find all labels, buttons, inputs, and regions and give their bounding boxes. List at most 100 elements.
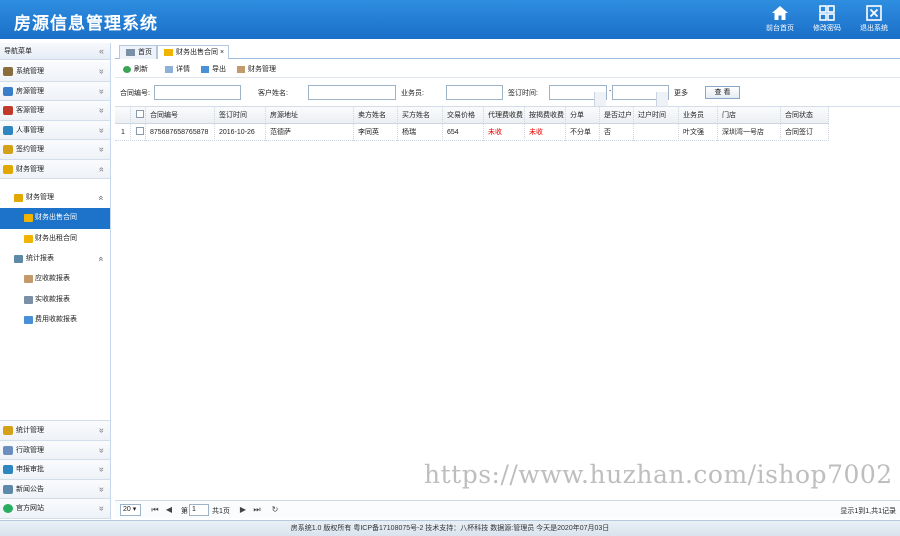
panel-statistics[interactable]: 统计管理 » xyxy=(0,421,110,441)
panel-website[interactable]: 官方网站 » xyxy=(0,499,110,519)
panel-finance[interactable]: 财务管理 « xyxy=(0,159,110,179)
refresh-icon xyxy=(123,66,131,73)
bottom-panels: 统计管理 » 行政管理 » 申报审批 » 新闻公告 » 官方网站 » xyxy=(0,421,110,519)
report-icon xyxy=(24,275,33,283)
chevron-down-icon: » xyxy=(96,88,107,94)
calendar-icon[interactable] xyxy=(594,92,606,107)
footer: 房系统1.0 版权所有 粤ICP备17108075号-2 技术支持：八杯科技 数… xyxy=(0,520,900,536)
export-button[interactable]: 导出 xyxy=(201,64,226,75)
salesman-input[interactable] xyxy=(446,85,503,100)
tab-sale-contracts[interactable]: 财务出售合同 × xyxy=(157,45,230,59)
panel-customers[interactable]: 客源管理 » xyxy=(0,101,110,121)
first-page-button[interactable]: ⏮ xyxy=(149,503,161,517)
column-header[interactable]: 合同编号 xyxy=(146,107,215,124)
row-checkbox[interactable] xyxy=(131,124,146,141)
money-bag-icon xyxy=(14,194,23,202)
prev-page-button[interactable]: ◀ xyxy=(163,503,175,517)
tree-item-label: 财务出售合同 xyxy=(35,214,77,221)
row-number: 1 xyxy=(115,124,131,141)
more-link[interactable]: 更多 xyxy=(674,88,688,98)
panel-system[interactable]: 系统管理 » xyxy=(0,62,110,82)
tree-item-label: 费用收款报表 xyxy=(35,316,77,323)
search-button[interactable]: 查 看 xyxy=(705,86,740,99)
home-button-label: 前台首页 xyxy=(766,25,794,32)
tree-item-receivable-report[interactable]: 应收款报表 xyxy=(0,269,110,290)
last-page-button[interactable]: ⏭ xyxy=(251,503,263,517)
column-header[interactable]: 门店 xyxy=(718,107,781,124)
page-number-input[interactable]: 1 xyxy=(189,504,209,516)
contract-no-input[interactable] xyxy=(154,85,241,100)
table-row[interactable]: 1 875687658765878 2016-10-26 范德萨 李同英 杨瑞 … xyxy=(115,124,829,141)
app-title: 房源信息管理系统 xyxy=(14,14,158,33)
reload-button[interactable]: ↻ xyxy=(269,503,281,517)
chevron-down-icon: » xyxy=(96,68,107,75)
split-cell: 不分单 xyxy=(566,124,600,141)
tree-group-finance[interactable]: 财务管理 « xyxy=(0,188,110,208)
logout-label: 退出系统 xyxy=(860,25,888,32)
detail-button[interactable]: 详情 xyxy=(165,64,190,75)
top-panels: 系统管理 » 房源管理 » 客源管理 » 人事管理 » 签约管理 » 财务管理 « xyxy=(0,62,110,179)
logout-button[interactable]: 退出系统 xyxy=(851,4,897,36)
agent-fee-cell: 未收 xyxy=(484,124,525,141)
customer-name-input[interactable] xyxy=(308,85,396,100)
tree-item-received-report[interactable]: 实收款报表 xyxy=(0,290,110,311)
sign-time-start-input[interactable] xyxy=(549,85,607,107)
column-header[interactable]: 过户时间 xyxy=(634,107,679,124)
column-header[interactable]: 按揭费收费 xyxy=(525,107,566,124)
tree-item-rent-contracts[interactable]: 财务出租合同 xyxy=(0,229,110,250)
money-bag-icon xyxy=(3,164,13,174)
column-header[interactable]: 分单 xyxy=(566,107,600,124)
panel-news[interactable]: 新闻公告 » xyxy=(0,479,110,499)
page-size-select[interactable]: 20 ▾ xyxy=(120,504,141,516)
tab-home[interactable]: 首页 xyxy=(119,45,157,59)
document-icon xyxy=(3,445,13,455)
column-header[interactable]: 业务员 xyxy=(679,107,718,124)
column-header[interactable]: 买方姓名 xyxy=(398,107,443,124)
news-icon xyxy=(3,484,13,494)
column-header[interactable]: 交易价格 xyxy=(443,107,484,124)
panel-label: 行政管理 xyxy=(16,446,44,454)
home-icon xyxy=(772,6,788,20)
column-header[interactable]: 卖方姓名 xyxy=(354,107,398,124)
next-page-button[interactable]: ▶ xyxy=(237,503,249,517)
status-cell: 合同签订 xyxy=(781,124,829,141)
money-bag-icon xyxy=(24,214,33,222)
finance-button[interactable]: 财务管理 xyxy=(237,64,276,75)
export-icon xyxy=(201,66,209,73)
home-button[interactable]: 前台首页 xyxy=(757,4,803,36)
panel-housing[interactable]: 房源管理 » xyxy=(0,81,110,101)
column-header[interactable]: 代理费收费 xyxy=(484,107,525,124)
sign-time-end-input[interactable] xyxy=(612,85,669,107)
tree-item-sale-contracts[interactable]: 财务出售合同 xyxy=(0,208,110,229)
close-tab-icon[interactable]: × xyxy=(220,49,224,56)
collapse-sidebar-icon[interactable]: « xyxy=(99,43,104,60)
finance-label: 财务管理 xyxy=(248,66,276,73)
customer-icon xyxy=(3,106,13,115)
column-header[interactable]: 房源地址 xyxy=(266,107,354,124)
tree-item-label: 财务出租合同 xyxy=(35,234,77,242)
panel-admin[interactable]: 行政管理 » xyxy=(0,440,110,460)
detail-label: 详情 xyxy=(176,66,190,73)
panel-hr[interactable]: 人事管理 » xyxy=(0,120,110,140)
calendar-icon[interactable] xyxy=(656,92,668,107)
house-icon xyxy=(3,86,13,96)
tree-group-reports[interactable]: 统计报表 « xyxy=(0,249,110,269)
change-password-button[interactable]: 修改密码 xyxy=(804,4,850,36)
mortgage-fee-cell: 未收 xyxy=(525,124,566,141)
column-header[interactable]: 签订时间 xyxy=(215,107,266,124)
column-header[interactable]: 合同状态 xyxy=(781,107,829,124)
finance-panel-body: 财务管理 « 财务出售合同 财务出租合同 统计报表 « 应收款报表 实收款报表 费用… xyxy=(0,183,110,421)
refresh-button[interactable]: 刷新 xyxy=(123,64,148,75)
tree-item-fee-report[interactable]: 费用收款报表 xyxy=(0,310,110,331)
select-all-checkbox[interactable] xyxy=(131,107,146,124)
contract-no-cell: 875687658765878 xyxy=(146,124,215,141)
tab-bar: 首页 财务出售合同 × xyxy=(115,43,900,59)
panel-label: 申报审批 xyxy=(16,466,44,473)
panel-contracts[interactable]: 签约管理 » xyxy=(0,140,110,160)
app-header: 房源信息管理系统 前台首页 修改密码 退出系统 xyxy=(0,0,900,39)
panel-label: 财务管理 xyxy=(16,165,44,173)
panel-approval[interactable]: 申报审批 » xyxy=(0,460,110,480)
column-header[interactable]: 是否过户 xyxy=(600,107,634,124)
table-header: 合同编号 签订时间 房源地址 卖方姓名 买方姓名 交易价格 代理费收费 按揭费收… xyxy=(115,107,829,124)
address-cell: 范德萨 xyxy=(266,124,354,141)
